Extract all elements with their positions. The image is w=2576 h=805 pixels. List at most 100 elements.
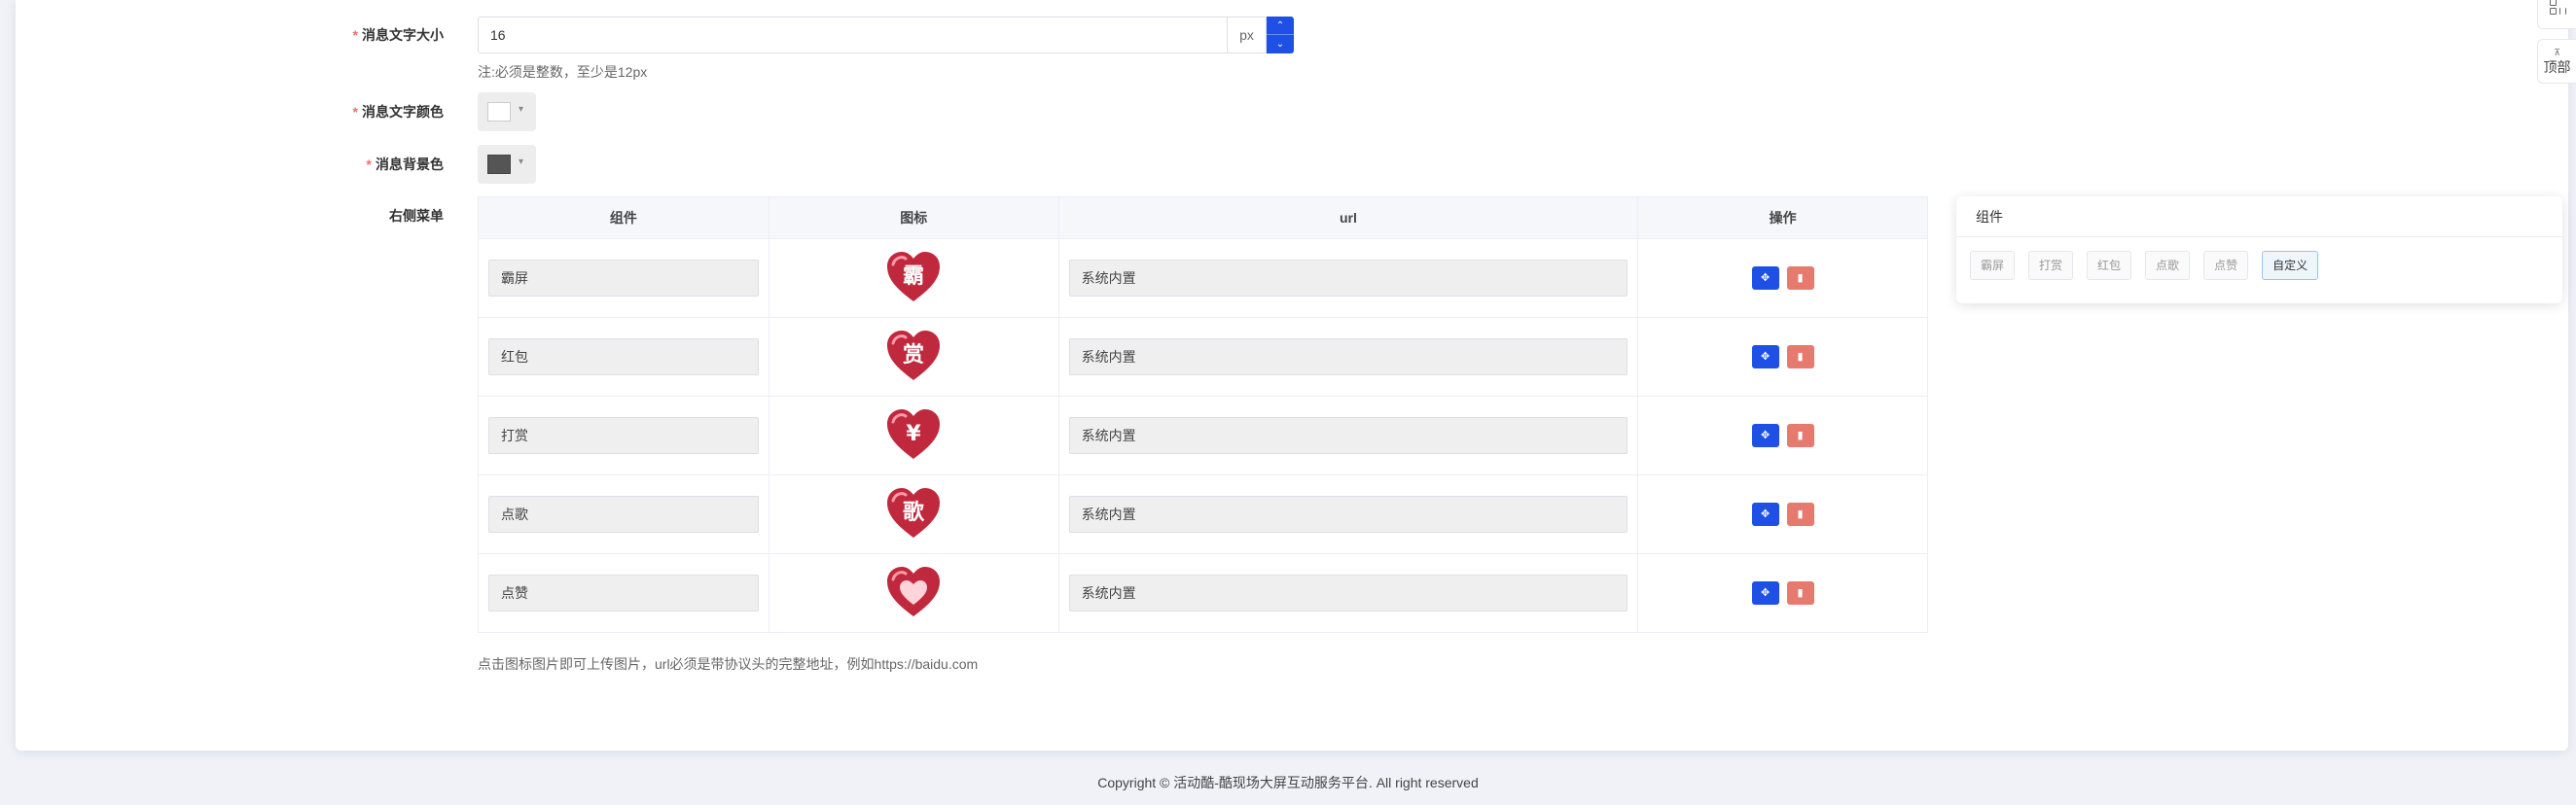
font-size-unit: px (1228, 17, 1267, 53)
grid-icon (2550, 0, 2567, 15)
component-tag[interactable]: 霸屏 (1970, 251, 2016, 280)
url-cell: 系统内置 (1057, 238, 1639, 318)
move-button[interactable]: ✥ (1751, 266, 1779, 290)
heart-icon[interactable]: 歌 (885, 487, 942, 540)
svg-text:歌: 歌 (903, 500, 925, 525)
component-cell: 点歌 (478, 474, 769, 554)
component-cell: 点赞 (478, 553, 769, 633)
icon-cell: ¥ (768, 396, 1059, 475)
arrow-up-icon: ⊼ (2554, 48, 2560, 57)
right-menu-table: 组件 图标 url 操作 霸屏 霸 系统内置 ✥ ▮ 红包 赏 系统内置 ✥ ▮… (478, 196, 1928, 633)
url-cell: 系统内置 (1057, 317, 1639, 397)
heart-icon[interactable]: ¥ (885, 408, 942, 461)
url-input[interactable]: 系统内置 (1068, 338, 1628, 375)
icon-cell: 赏 (768, 317, 1059, 397)
component-tag-list: 霸屏 打赏 红包 点歌 点赞 自定义 (1956, 237, 2562, 294)
bg-color-label: * 消息背景色 (366, 157, 444, 172)
settings-card: * 消息文字大小 16 px ⌃ ⌄ 注:必须是整数，至少是12px * 消息文字颜… (16, 0, 2568, 751)
font-size-label: * 消息文字大小 (352, 27, 444, 43)
component-input[interactable]: 霸屏 (488, 260, 759, 297)
url-cell: 系统内置 (1057, 396, 1639, 475)
url-input[interactable]: 系统内置 (1068, 260, 1628, 297)
footer-copyright: Copyright © 活动酷-酷现场大屏互动服务平台. All right r… (1097, 775, 1479, 790)
move-button[interactable]: ✥ (1751, 503, 1779, 526)
trash-icon: ▮ (1797, 272, 1804, 284)
delete-button[interactable]: ▮ (1786, 345, 1814, 368)
font-color-label: * 消息文字颜色 (352, 104, 444, 120)
icon-cell: 霸 (768, 238, 1059, 318)
component-tag[interactable]: 红包 (2087, 251, 2132, 280)
trash-icon: ▮ (1797, 587, 1804, 599)
table-header-row: 组件 图标 url 操作 (478, 196, 1928, 239)
move-icon: ✥ (1761, 430, 1771, 441)
component-tag[interactable]: 点赞 (2203, 251, 2249, 280)
component-tag[interactable]: 自定义 (2262, 251, 2319, 280)
component-cell: 打赏 (478, 396, 769, 475)
heart-icon[interactable] (885, 566, 942, 618)
svg-text:霸: 霸 (903, 264, 924, 289)
icon-cell (768, 553, 1059, 633)
url-input[interactable]: 系统内置 (1068, 417, 1628, 454)
move-icon: ✥ (1761, 508, 1771, 520)
move-button[interactable]: ✥ (1751, 581, 1779, 605)
trash-icon: ▮ (1797, 351, 1804, 363)
move-button[interactable]: ✥ (1751, 424, 1779, 447)
move-icon: ✥ (1761, 272, 1771, 284)
component-input[interactable]: 点歌 (488, 496, 759, 533)
column-header-url: url (1057, 196, 1639, 239)
url-input[interactable]: 系统内置 (1068, 575, 1628, 612)
column-header-icon: 图标 (768, 196, 1059, 239)
actions-cell: ✥ ▮ (1637, 474, 1928, 554)
component-input[interactable]: 红包 (488, 338, 759, 375)
actions-cell: ✥ ▮ (1637, 238, 1928, 318)
table-row: 霸屏 霸 系统内置 ✥ ▮ (478, 238, 1928, 318)
chevron-down-icon: ▾ (519, 157, 524, 167)
icon-cell: 歌 (768, 474, 1059, 554)
url-cell: 系统内置 (1057, 553, 1639, 633)
component-panel: 组件 霸屏 打赏 红包 点歌 点赞 自定义 (1956, 196, 2562, 303)
component-input[interactable]: 打赏 (488, 417, 759, 454)
url-input[interactable]: 系统内置 (1068, 496, 1628, 533)
font-size-input[interactable]: 16 (478, 17, 1228, 53)
table-row: 红包 赏 系统内置 ✥ ▮ (478, 317, 1928, 397)
back-to-top-button[interactable]: ⊼ 顶部 (2537, 39, 2576, 84)
bg-color-swatch (487, 155, 511, 174)
right-menu-note: 点击图标图片即可上传图片，url必须是带协议头的完整地址，例如https://b… (478, 656, 979, 672)
actions-cell: ✥ ▮ (1637, 396, 1928, 475)
decrease-icon[interactable]: ⌄ (1267, 35, 1294, 53)
column-header-component: 组件 (478, 196, 769, 239)
table-row: 点赞 系统内置 ✥ ▮ (478, 553, 1928, 633)
table-row: 打赏 ¥ 系统内置 ✥ ▮ (478, 396, 1928, 475)
move-button[interactable]: ✥ (1751, 345, 1779, 368)
move-icon: ✥ (1761, 587, 1771, 599)
component-tag[interactable]: 打赏 (2028, 251, 2074, 280)
component-cell: 霸屏 (478, 238, 769, 318)
delete-button[interactable]: ▮ (1786, 581, 1814, 605)
component-tag[interactable]: 点歌 (2145, 251, 2191, 280)
component-panel-title: 组件 (1956, 196, 2562, 237)
url-cell: 系统内置 (1057, 474, 1639, 554)
delete-button[interactable]: ▮ (1786, 266, 1814, 290)
actions-cell: ✥ ▮ (1637, 553, 1928, 633)
font-color-swatch (487, 102, 511, 122)
component-input[interactable]: 点赞 (488, 575, 759, 612)
right-menu-label: 右侧菜单 (389, 208, 444, 224)
trash-icon: ▮ (1797, 430, 1804, 441)
trash-icon: ▮ (1797, 508, 1804, 520)
chevron-down-icon: ▾ (519, 104, 524, 115)
heart-icon[interactable]: 霸 (885, 251, 942, 303)
component-cell: 红包 (478, 317, 769, 397)
svg-text:¥: ¥ (907, 422, 922, 446)
delete-button[interactable]: ▮ (1786, 424, 1814, 447)
font-color-picker[interactable]: ▾ (478, 92, 536, 131)
font-size-stepper[interactable]: ⌃ ⌄ (1267, 17, 1294, 53)
font-size-note: 注:必须是整数，至少是12px (478, 64, 648, 80)
bg-color-picker[interactable]: ▾ (478, 145, 536, 184)
delete-button[interactable]: ▮ (1786, 503, 1814, 526)
move-icon: ✥ (1761, 351, 1771, 363)
actions-cell: ✥ ▮ (1637, 317, 1928, 397)
back-to-top-label: 顶部 (2543, 59, 2571, 75)
tools-button[interactable] (2537, 0, 2576, 29)
heart-icon[interactable]: 赏 (885, 330, 942, 382)
increase-icon[interactable]: ⌃ (1267, 17, 1294, 35)
